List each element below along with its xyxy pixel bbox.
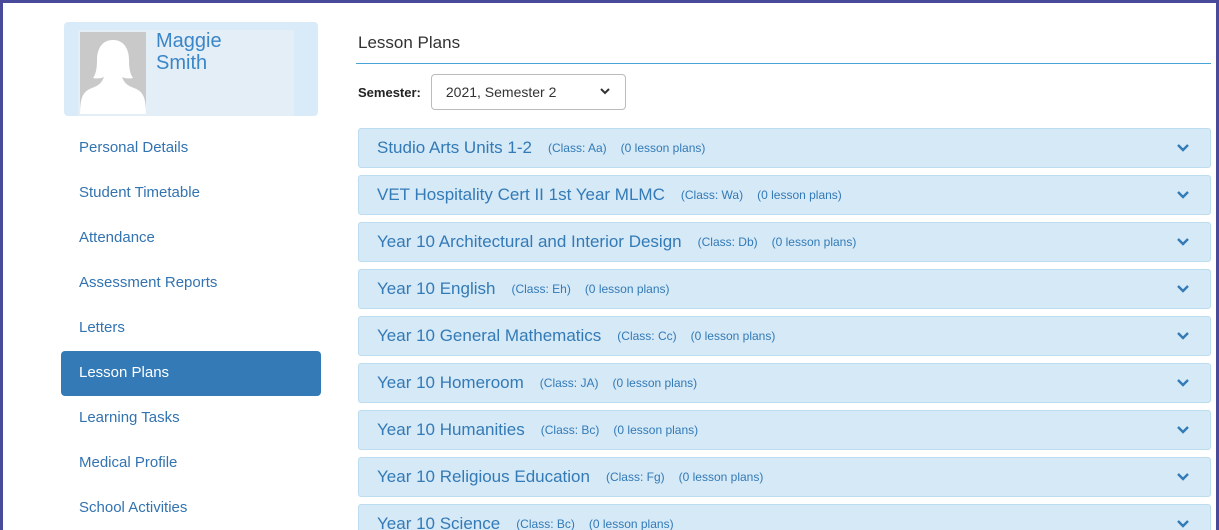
class-panel-religious-education[interactable]: Year 10 Religious Education (Class: Fg) … [358,457,1211,497]
panel-title: Year 10 Architectural and Interior Desig… [377,232,682,251]
chevron-down-icon[interactable] [1176,187,1190,201]
sidebar-item-school-activities[interactable]: School Activities [61,486,321,530]
panel-count: (0 lesson plans) [620,141,706,155]
panel-count: (0 lesson plans) [690,329,776,343]
panel-title: Year 10 Homeroom [377,373,524,392]
panel-count: (0 lesson plans) [612,376,698,390]
profile-name[interactable]: Maggie Smith [156,30,222,74]
sidebar-item-letters[interactable]: Letters [61,306,321,351]
user-silhouette-icon [80,32,146,114]
panel-count: (0 lesson plans) [678,470,764,484]
panel-title: VET Hospitality Cert II 1st Year MLMC [377,185,665,204]
chevron-down-icon[interactable] [1176,234,1190,248]
panel-class: (Class: Cc) [617,329,677,343]
main-content: Lesson Plans Semester: 2021, Semester 2 … [356,22,1211,530]
semester-select[interactable]: 2021, Semester 2 [430,74,626,110]
panel-class: (Class: Aa) [547,141,607,155]
chevron-down-icon [599,85,611,100]
chevron-down-icon[interactable] [1176,140,1190,154]
chevron-down-icon[interactable] [1176,281,1190,295]
chevron-down-icon[interactable] [1176,328,1190,342]
lesson-plan-panels: Studio Arts Units 1-2 (Class: Aa) (0 les… [358,128,1211,530]
class-panel-homeroom[interactable]: Year 10 Homeroom (Class: JA) (0 lesson p… [358,363,1211,403]
profile-last-name: Smith [156,52,208,74]
panel-class: (Class: Db) [697,235,758,249]
panel-class: (Class: Bc) [540,423,600,437]
panel-class: (Class: Fg) [605,470,665,484]
class-panel-science[interactable]: Year 10 Science (Class: Bc) (0 lesson pl… [358,504,1211,530]
panel-count: (0 lesson plans) [771,235,857,249]
class-panel-general-mathematics[interactable]: Year 10 General Mathematics (Class: Cc) … [358,316,1211,356]
chevron-down-icon[interactable] [1176,375,1190,389]
panel-title: Year 10 Religious Education [377,467,590,486]
semester-label: Semester: [358,84,421,100]
panel-count: (0 lesson plans) [584,282,670,296]
panel-class: (Class: Eh) [511,282,571,296]
class-panel-architectural-design[interactable]: Year 10 Architectural and Interior Desig… [358,222,1211,262]
profile-first-name: Maggie [156,30,222,52]
panel-title: Year 10 Science [377,514,501,530]
panel-title: Year 10 Humanities [377,420,525,439]
semester-select-value: 2021, Semester 2 [445,84,557,100]
sidebar-item-assessment-reports[interactable]: Assessment Reports [61,261,321,306]
panel-class: (Class: Bc) [516,517,575,530]
panel-class: (Class: Wa) [680,188,744,202]
panel-class: (Class: JA) [539,376,599,390]
chevron-down-icon[interactable] [1176,469,1190,483]
sidebar-nav: Personal Details Student Timetable Atten… [61,126,321,530]
sidebar-item-medical-profile[interactable]: Medical Profile [61,441,321,486]
class-panel-humanities[interactable]: Year 10 Humanities (Class: Bc) (0 lesson… [358,410,1211,450]
chevron-down-icon[interactable] [1176,516,1190,530]
panel-count: (0 lesson plans) [613,423,699,437]
panel-count: (0 lesson plans) [757,188,842,202]
chevron-down-icon[interactable] [1176,422,1190,436]
sidebar-item-lesson-plans[interactable]: Lesson Plans [61,351,321,396]
sidebar-item-personal-details[interactable]: Personal Details [61,126,321,171]
panel-count: (0 lesson plans) [588,517,674,530]
sidebar-item-learning-tasks[interactable]: Learning Tasks [61,396,321,441]
profile-card: Maggie Smith [64,22,318,116]
panel-title: Year 10 English [377,279,496,298]
panel-title: Studio Arts Units 1-2 [377,138,532,157]
sidebar-item-student-timetable[interactable]: Student Timetable [61,171,321,216]
class-panel-english[interactable]: Year 10 English (Class: Eh) (0 lesson pl… [358,269,1211,309]
sidebar-item-attendance[interactable]: Attendance [61,216,321,261]
class-panel-vet-hospitality[interactable]: VET Hospitality Cert II 1st Year MLMC (C… [358,175,1211,215]
page-title: Lesson Plans [356,22,1211,64]
panel-title: Year 10 General Mathematics [377,326,602,345]
semester-filter: Semester: 2021, Semester 2 [358,74,626,110]
class-panel-studio-arts[interactable]: Studio Arts Units 1-2 (Class: Aa) (0 les… [358,128,1211,168]
